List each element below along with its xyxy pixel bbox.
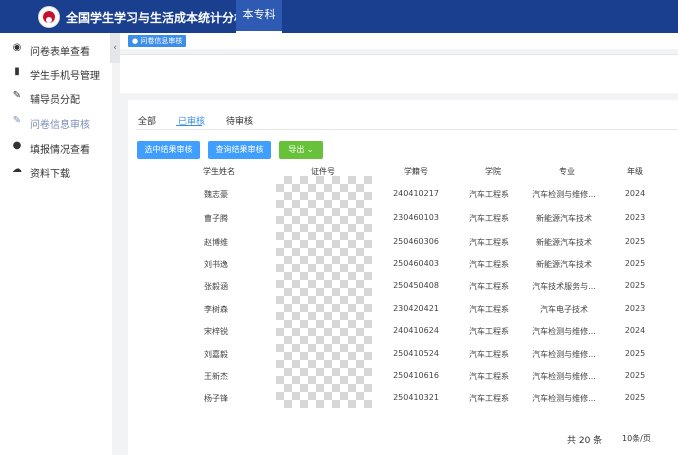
sidebar-item-label: 辅导员分配: [30, 95, 80, 106]
tab-undergraduate[interactable]: 本专科: [236, 0, 282, 33]
cell-college: 汽车工程系: [469, 260, 509, 269]
sidebar-item-label: 问卷表单查看: [30, 47, 90, 58]
cell-student-no: 250410524: [393, 349, 439, 358]
cell-grade: 2025: [624, 393, 646, 402]
review-selected-button[interactable]: 选中结果审核: [137, 141, 200, 159]
eye-icon: ◉: [12, 42, 22, 53]
cell-student-no: 230460103: [393, 213, 439, 222]
cell-grade: 2025: [624, 237, 646, 246]
cell-major: 汽车检测与维修...: [532, 350, 596, 359]
cell-grade: 2023: [624, 213, 646, 222]
bar-chart-icon: ▮: [14, 66, 20, 77]
sidebar-item-fill-status[interactable]: ● 填报情况查看: [0, 136, 112, 160]
cell-student-no: 250460403: [393, 259, 439, 268]
cell-student-no: 240410624: [393, 326, 439, 335]
cell-student-no: 230420421: [393, 304, 439, 313]
logo-icon: [38, 6, 60, 28]
cell-grade: 2025: [624, 259, 646, 268]
edit-icon: ✎: [12, 90, 22, 101]
cell-college: 汽车工程系: [469, 394, 509, 403]
cell-name: 宋梓锐: [204, 327, 228, 336]
cell-name: 刘嘉毅: [204, 350, 228, 359]
sidebar-item-label: 问卷信息审核: [30, 120, 90, 131]
page-size-select[interactable]: 10条/页: [622, 433, 651, 444]
cell-name: 王新杰: [204, 372, 228, 381]
edit-icon: ✎: [12, 115, 22, 126]
cell-major: 新能源汽车技术: [536, 260, 592, 269]
cell-grade: 2023: [624, 304, 646, 313]
sidebar-item-phone-management[interactable]: ▮ 学生手机号管理: [0, 62, 112, 86]
cell-name: 刘书逸: [204, 260, 228, 269]
cell-major: 汽车检测与维修...: [532, 327, 596, 336]
cell-student-no: 250410616: [393, 371, 439, 380]
cell-student-no: 240410217: [393, 189, 439, 198]
sidebar-collapse-button[interactable]: ‹: [110, 33, 120, 63]
sidebar-item-label: 学生手机号管理: [30, 71, 100, 82]
search-panel: [120, 54, 678, 93]
cell-name: 赵博维: [204, 238, 228, 247]
cell-name: 杨子锋: [204, 394, 228, 403]
cell-major: 汽车检测与维修...: [532, 394, 596, 403]
sidebar-item-counselor-assignment[interactable]: ✎ 辅导员分配: [0, 86, 112, 110]
sidebar-item-questionnaire-view[interactable]: ◉ 问卷表单查看: [0, 38, 112, 62]
column-header-student-no: 学籍号: [404, 167, 428, 176]
pagination-total: 共 20 条: [567, 436, 603, 446]
user-icon: ●: [12, 140, 22, 151]
cell-major: 汽车电子技术: [540, 305, 588, 314]
top-navbar: 全国学生学习与生活成本统计分析系统 本专科: [0, 0, 678, 33]
column-header-college: 学院: [485, 167, 501, 176]
tab-all[interactable]: 全部: [138, 114, 156, 127]
cell-name: 张毅涵: [204, 282, 228, 291]
cell-college: 汽车工程系: [469, 282, 509, 291]
review-query-button[interactable]: 查询结果审核: [208, 141, 271, 159]
cloud-download-icon: ☁: [12, 164, 22, 175]
cell-college: 汽车工程系: [469, 190, 509, 199]
column-header-major: 专业: [559, 167, 575, 176]
cell-grade: 2025: [624, 281, 646, 290]
export-button[interactable]: 导出 ⌄: [279, 141, 323, 159]
sidebar-item-questionnaire-review[interactable]: ✎ 问卷信息审核: [0, 111, 112, 135]
cell-major: 汽车检测与维修...: [532, 190, 596, 199]
sidebar-item-downloads[interactable]: ☁ 资料下载: [0, 160, 112, 184]
column-header-name: 学生姓名: [203, 167, 235, 176]
cell-college: 汽车工程系: [469, 214, 509, 223]
page-tabs-bar: [120, 33, 678, 49]
cell-college: 汽车工程系: [469, 305, 509, 314]
cell-name: 曹子腾: [204, 214, 228, 223]
tab-active-indicator: [176, 125, 202, 126]
tab-pending[interactable]: 待审核: [226, 114, 253, 127]
cell-major: 汽车检测与维修...: [532, 372, 596, 381]
cell-student-no: 250460306: [393, 237, 439, 246]
masked-id-column: [276, 176, 372, 408]
cell-grade: 2024: [624, 326, 646, 335]
cell-college: 汽车工程系: [469, 327, 509, 336]
page-tab-questionnaire-review[interactable]: ● 问卷信息审核: [128, 35, 187, 47]
cell-grade: 2024: [624, 189, 646, 198]
cell-major: 新能源汽车技术: [536, 214, 592, 223]
sidebar-item-label: 资料下载: [30, 169, 70, 180]
cell-college: 汽车工程系: [469, 350, 509, 359]
sidebar-item-label: 填报情况查看: [30, 145, 90, 156]
cell-college: 汽车工程系: [469, 372, 509, 381]
cell-major: 汽车技术服务与...: [532, 282, 596, 291]
cell-name: 李树森: [204, 305, 228, 314]
cell-major: 新能源汽车技术: [536, 238, 592, 247]
cell-student-no: 250410321: [393, 393, 439, 402]
cell-college: 汽车工程系: [469, 238, 509, 247]
tabs-divider: [136, 129, 678, 130]
cell-grade: 2025: [624, 349, 646, 358]
cell-student-no: 250450408: [393, 281, 439, 290]
column-header-grade: 年级: [627, 167, 643, 176]
cell-grade: 2025: [624, 371, 646, 380]
sidebar: ◉ 问卷表单查看 ▮ 学生手机号管理 ✎ 辅导员分配 ✎ 问卷信息审核 ● 填报…: [0, 33, 112, 455]
cell-name: 魏志豪: [204, 190, 228, 199]
